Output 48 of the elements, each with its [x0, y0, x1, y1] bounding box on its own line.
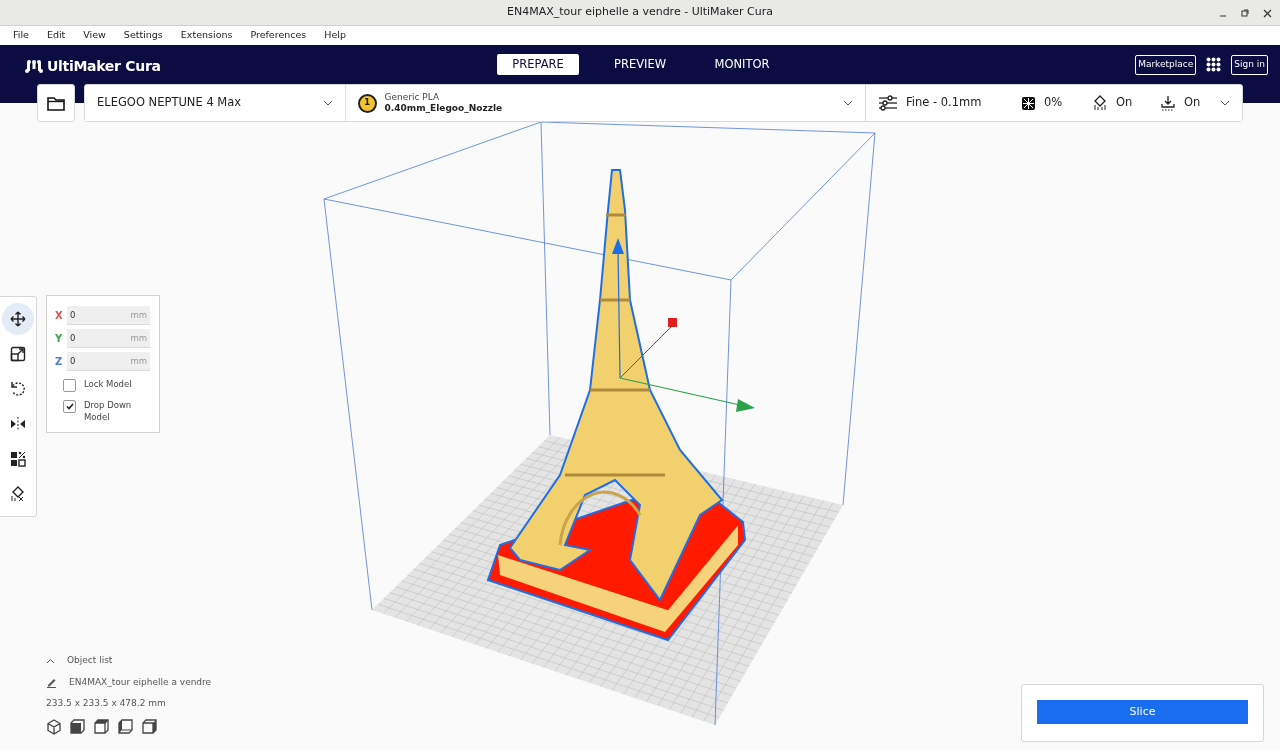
menu-item[interactable]: File [4, 28, 38, 43]
tool-button[interactable] [2, 303, 34, 335]
menu-item[interactable]: Settings [114, 28, 172, 43]
checkbox-label: Drop Down Model [84, 400, 133, 424]
window-title: EN4MAX_tour eiphelle a vendre - UltiMaker Cura [506, 4, 774, 21]
object-dimensions: 233.5 x 233.5 x 478.2 mm [46, 697, 167, 710]
nav-tab[interactable]: PREPARE [497, 53, 579, 76]
menu-item[interactable]: Preferences [241, 28, 316, 43]
checkbox[interactable] [63, 400, 76, 413]
menu-item[interactable]: View [74, 28, 115, 43]
menu-item[interactable]: Edit [37, 28, 75, 43]
support-blocker-icon [10, 486, 26, 502]
axis-label: X [55, 309, 64, 323]
mirror-icon [10, 416, 26, 432]
nav-tab[interactable]: PREVIEW [599, 53, 681, 76]
menu-item[interactable]: Help [315, 28, 355, 43]
folder-icon [47, 95, 65, 111]
coordinate-field[interactable]: 0 mm [67, 306, 150, 325]
open-file-button[interactable] [37, 84, 75, 122]
menu-item[interactable]: Extensions [171, 28, 242, 43]
chevron-up-icon[interactable] [46, 657, 55, 664]
sign-in-button[interactable]: Sign in [1231, 55, 1268, 75]
cube-front-icon[interactable] [70, 718, 86, 735]
restore-icon[interactable] [1241, 9, 1249, 17]
nav-tab[interactable]: MONITOR [701, 53, 783, 76]
axis-label: Z [55, 355, 64, 369]
rotate-icon [10, 381, 26, 397]
object-list-toggle[interactable]: Object list [67, 654, 113, 668]
close-icon[interactable] [1263, 8, 1272, 18]
coordinate-field[interactable]: 0 mm [67, 352, 150, 371]
object-name: EN4MAX_tour eiphelle a vendre [69, 675, 212, 689]
cube-left-icon[interactable] [118, 718, 134, 735]
cube-icon[interactable] [46, 718, 62, 735]
checkbox-label: Lock Model [84, 379, 133, 391]
coordinate-field[interactable]: 0 mm [67, 329, 150, 348]
checkbox[interactable] [63, 379, 76, 392]
cube-top-icon[interactable] [94, 718, 110, 735]
logo-icon [25, 60, 43, 73]
marketplace-button[interactable]: Marketplace [1135, 55, 1197, 75]
apps-grid-icon[interactable] [1206, 57, 1222, 73]
scale-icon [10, 346, 26, 362]
per-model-settings-icon [10, 451, 26, 467]
move-arrows-icon [10, 311, 26, 327]
app-logo: UltiMaker Cura [47, 57, 161, 76]
axis-label: Y [55, 332, 64, 346]
slice-button[interactable]: Slice [1037, 700, 1248, 725]
cube-right-icon[interactable] [142, 718, 158, 735]
pencil-icon[interactable] [46, 676, 57, 688]
